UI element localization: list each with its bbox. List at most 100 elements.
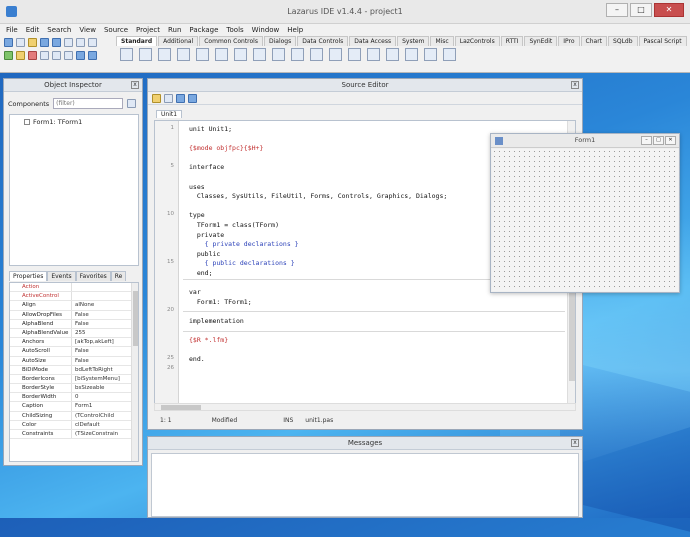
messages-list[interactable] <box>151 453 579 517</box>
property-value[interactable]: [biSystemMenu] <box>72 375 138 383</box>
project-options-icon[interactable] <box>76 51 85 60</box>
property-row[interactable]: Action <box>10 283 138 293</box>
property-row[interactable]: Anchors [akTop,akLeft] <box>10 338 138 348</box>
tcombobox-icon[interactable] <box>310 48 323 61</box>
property-row[interactable]: AlphaBlend False <box>10 319 138 329</box>
menu-item-run[interactable]: Run <box>168 26 181 34</box>
property-value[interactable]: False <box>72 311 138 319</box>
tmainmenu-icon[interactable] <box>120 48 133 61</box>
property-grid-scrollbar[interactable] <box>131 283 138 461</box>
palette-tab-common-controls[interactable]: Common Controls <box>199 36 263 46</box>
tgroupbox-icon[interactable] <box>348 48 361 61</box>
property-row[interactable]: BiDiMode bdLeftToRight <box>10 365 138 375</box>
step-over-icon[interactable] <box>52 51 61 60</box>
property-value[interactable]: clDefault <box>72 421 138 429</box>
minimize-button[interactable]: – <box>606 3 628 17</box>
editor-horizontal-scrollbar[interactable] <box>154 403 576 411</box>
palette-tab-chart[interactable]: Chart <box>580 36 608 46</box>
tmemo-icon[interactable] <box>215 48 228 61</box>
menu-item-source[interactable]: Source <box>104 26 128 34</box>
tactionlist-icon[interactable] <box>443 48 456 61</box>
tab-events[interactable]: Events <box>47 271 76 281</box>
step-out-icon[interactable] <box>64 51 73 60</box>
property-row[interactable]: BorderWidth 0 <box>10 393 138 403</box>
form-designer-window[interactable]: Form1 – □ ✕ <box>490 133 680 293</box>
property-value[interactable]: Form1 <box>72 402 138 410</box>
form-maximize-button[interactable]: □ <box>653 136 664 145</box>
view-forms-icon[interactable] <box>88 38 97 47</box>
pause-icon[interactable] <box>16 51 25 60</box>
tedit-icon[interactable] <box>196 48 209 61</box>
close-icon[interactable]: x <box>571 439 579 447</box>
run-icon[interactable] <box>4 51 13 60</box>
property-value[interactable]: False <box>72 320 138 328</box>
tcheckgroup-icon[interactable] <box>386 48 399 61</box>
palette-tab-dialogs[interactable]: Dialogs <box>263 36 297 46</box>
property-row[interactable]: Caption Form1 <box>10 402 138 412</box>
property-value[interactable]: (TControlChild <box>72 412 138 420</box>
selection-tool-icon[interactable] <box>88 51 97 60</box>
property-row[interactable]: Align alNone <box>10 301 138 311</box>
palette-tab-standard[interactable]: Standard <box>116 36 158 46</box>
property-row[interactable]: ChildSizing (TControlChild <box>10 411 138 421</box>
property-value[interactable] <box>72 292 138 300</box>
form-close-button[interactable]: ✕ <box>665 136 676 145</box>
close-button[interactable]: ✕ <box>654 3 684 17</box>
open-icon[interactable] <box>28 38 37 47</box>
tcheckbox-icon[interactable] <box>253 48 266 61</box>
palette-tab-lazcontrols[interactable]: LazControls <box>454 36 500 46</box>
tframe-icon[interactable] <box>424 48 437 61</box>
find-icon[interactable] <box>176 94 185 103</box>
palette-tab-sqldb[interactable]: SQLdb <box>608 36 638 46</box>
tab-properties[interactable]: Properties <box>9 271 48 281</box>
view-units-icon[interactable] <box>76 38 85 47</box>
menu-item-project[interactable]: Project <box>136 26 160 34</box>
palette-tab-data-controls[interactable]: Data Controls <box>297 36 349 46</box>
tlabel-icon[interactable] <box>177 48 190 61</box>
menu-item-file[interactable]: File <box>6 26 18 34</box>
property-value[interactable]: alNone <box>72 301 138 309</box>
property-row[interactable]: AutoSize False <box>10 356 138 366</box>
property-row[interactable]: AllowDropFiles False <box>10 310 138 320</box>
menu-item-search[interactable]: Search <box>47 26 71 34</box>
save-icon[interactable] <box>40 38 49 47</box>
close-icon[interactable]: x <box>571 81 579 89</box>
property-row[interactable]: Constraints (TSizeConstrain <box>10 430 138 440</box>
menu-item-window[interactable]: Window <box>252 26 280 34</box>
palette-tab-synedit[interactable]: SynEdit <box>524 36 558 46</box>
menu-item-package[interactable]: Package <box>189 26 218 34</box>
tab-re[interactable]: Re <box>110 271 127 281</box>
property-value[interactable]: 0 <box>72 393 138 401</box>
step-into-icon[interactable] <box>40 51 49 60</box>
tradiobutton-icon[interactable] <box>272 48 285 61</box>
settings-icon[interactable] <box>188 94 197 103</box>
palette-tab-system[interactable]: System <box>397 36 430 46</box>
menu-item-help[interactable]: Help <box>287 26 303 34</box>
palette-tab-additional[interactable]: Additional <box>158 36 199 46</box>
tpopupmenu-icon[interactable] <box>139 48 152 61</box>
jump-icon[interactable] <box>164 94 173 103</box>
property-value[interactable]: [akTop,akLeft] <box>72 338 138 346</box>
tscrollbar-icon[interactable] <box>329 48 342 61</box>
tab-favorites[interactable]: Favorites <box>75 271 111 281</box>
palette-tab-pascal-script[interactable]: Pascal Script <box>638 36 687 46</box>
palette-tab-misc[interactable]: Misc <box>430 36 454 46</box>
maximize-button[interactable]: □ <box>630 3 652 17</box>
form-title-bar[interactable]: Form1 – □ ✕ <box>491 134 679 148</box>
property-value[interactable]: False <box>72 347 138 355</box>
form-design-grid[interactable] <box>492 149 678 291</box>
property-value[interactable]: bdLeftToRight <box>72 366 138 374</box>
form-minimize-button[interactable]: – <box>641 136 652 145</box>
menu-item-edit[interactable]: Edit <box>26 26 40 34</box>
property-value[interactable] <box>72 283 138 291</box>
tradiogroup-icon[interactable] <box>367 48 380 61</box>
palette-tab-rtti[interactable]: RTTI <box>500 36 524 46</box>
property-row[interactable]: AutoScroll False <box>10 347 138 357</box>
toggle-form-unit-icon[interactable] <box>64 38 73 47</box>
ttogglebox-icon[interactable] <box>234 48 247 61</box>
component-filter-input[interactable] <box>53 98 124 109</box>
tree-node-form1[interactable]: Form1: TForm1 <box>24 118 82 126</box>
bookmark-icon[interactable] <box>152 94 161 103</box>
property-value[interactable]: False <box>72 357 138 365</box>
property-row[interactable]: BorderStyle bsSizeable <box>10 384 138 394</box>
